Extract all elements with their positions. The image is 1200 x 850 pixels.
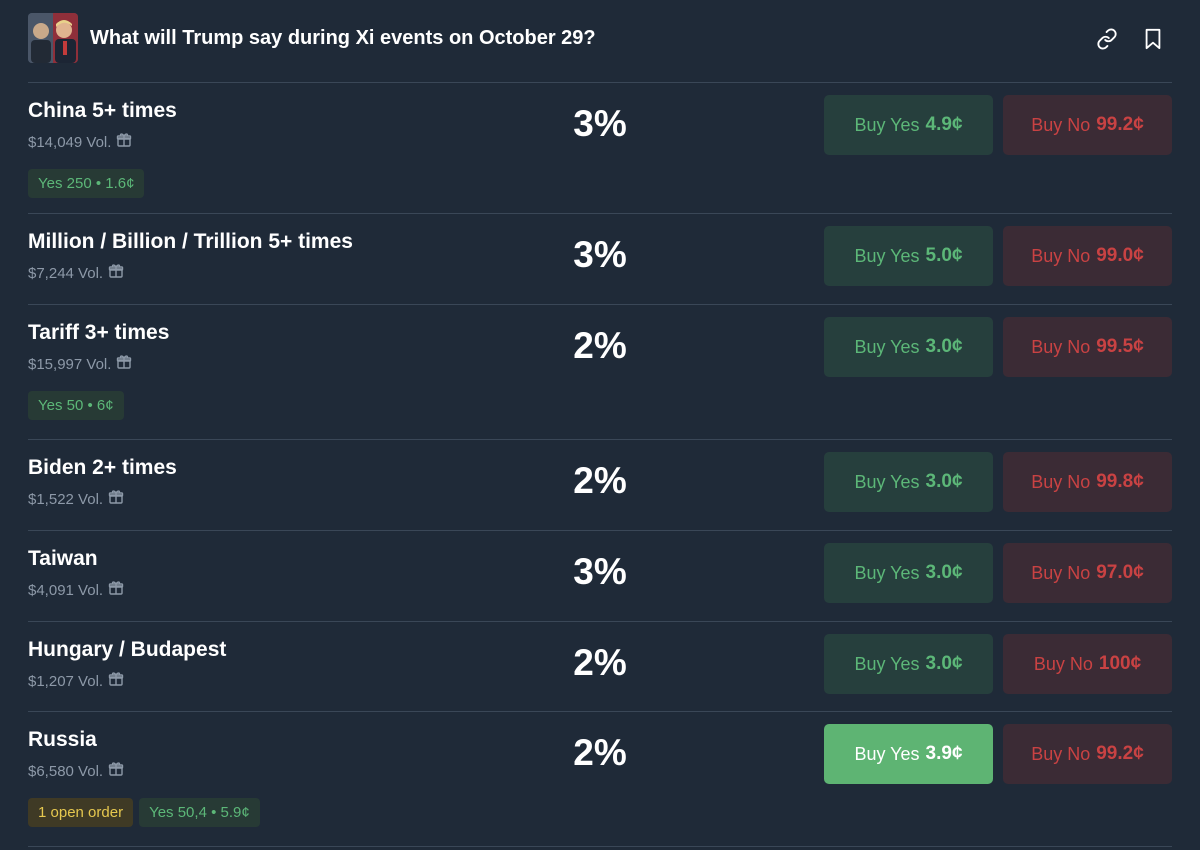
volume-text: $4,091 Vol.: [28, 581, 104, 599]
market-volume: $1,522 Vol.: [28, 489, 124, 509]
divider: [28, 846, 1172, 847]
market-title[interactable]: Hungary / Budapest: [28, 638, 226, 662]
market-row[interactable]: Russia $6,580 Vol. 2% Buy Yes 3.9¢ Buy N…: [0, 712, 1200, 847]
volume-text: $6,580 Vol.: [28, 762, 104, 780]
market-probability: 2%: [573, 325, 627, 366]
volume-text: $7,244 Vol.: [28, 264, 104, 282]
position-badge[interactable]: Yes 50 • 6¢: [28, 391, 124, 420]
buy-no-button[interactable]: Buy No 99.0¢: [1003, 226, 1172, 286]
link-icon[interactable]: [1094, 26, 1120, 52]
market-volume: $6,580 Vol.: [28, 761, 124, 781]
market-volume: $1,207 Vol.: [28, 671, 124, 691]
buy-no-button[interactable]: Buy No 97.0¢: [1003, 543, 1172, 603]
buy-yes-label: Buy Yes: [854, 653, 920, 674]
event-thumbnail: [28, 13, 78, 63]
gift-icon: [108, 263, 124, 283]
buy-yes-label: Buy Yes: [854, 562, 920, 583]
buy-yes-price: 3.0¢: [925, 562, 963, 583]
market-volume: $7,244 Vol.: [28, 263, 124, 283]
market-row[interactable]: Taiwan $4,091 Vol. 3% Buy Yes 3.0¢ Buy N…: [0, 531, 1200, 622]
buy-yes-button[interactable]: Buy Yes 4.9¢: [824, 95, 993, 155]
buy-no-button[interactable]: Buy No 99.2¢: [1003, 95, 1172, 155]
buy-no-label: Buy No: [1031, 471, 1091, 492]
buy-yes-label: Buy Yes: [854, 245, 920, 266]
buy-yes-button[interactable]: Buy Yes 3.0¢: [824, 317, 993, 377]
market-title[interactable]: Russia: [28, 728, 97, 752]
volume-text: $1,207 Vol.: [28, 672, 104, 690]
gift-icon: [116, 354, 132, 374]
buy-no-label: Buy No: [1031, 743, 1091, 764]
buy-no-label: Buy No: [1031, 114, 1091, 135]
market-probability: 3%: [573, 551, 627, 592]
gift-icon: [108, 580, 124, 600]
buy-yes-label: Buy Yes: [854, 743, 920, 764]
buy-no-price: 99.5¢: [1096, 336, 1144, 357]
buy-yes-price: 3.0¢: [925, 653, 963, 674]
buy-yes-price: 3.0¢: [925, 471, 963, 492]
buy-yes-label: Buy Yes: [854, 114, 920, 135]
market-volume: $4,091 Vol.: [28, 580, 124, 600]
market-title[interactable]: Tariff 3+ times: [28, 321, 169, 345]
buy-no-label: Buy No: [1031, 245, 1091, 266]
buy-yes-button[interactable]: Buy Yes 3.0¢: [824, 634, 993, 694]
position-badges: Yes 50 • 6¢: [28, 391, 124, 420]
gift-icon: [108, 671, 124, 691]
market-probability: 3%: [573, 103, 627, 144]
buy-yes-price: 3.9¢: [925, 743, 963, 764]
buy-yes-price: 3.0¢: [925, 336, 963, 357]
position-badges: 1 open order Yes 50,4 • 5.9¢: [28, 798, 260, 827]
buy-no-label: Buy No: [1031, 562, 1091, 583]
market-row[interactable]: Hungary / Budapest $1,207 Vol. 2% Buy Ye…: [0, 622, 1200, 712]
market-volume: $14,049 Vol.: [28, 132, 132, 152]
event-title: What will Trump say during Xi events on …: [90, 27, 596, 49]
event-header: What will Trump say during Xi events on …: [0, 0, 1200, 82]
buy-no-button[interactable]: Buy No 99.8¢: [1003, 452, 1172, 512]
buy-no-button[interactable]: Buy No 100¢: [1003, 634, 1172, 694]
gift-icon: [116, 132, 132, 152]
bookmark-icon[interactable]: [1140, 26, 1166, 52]
buy-yes-price: 4.9¢: [925, 114, 963, 135]
market-title[interactable]: Taiwan: [28, 547, 98, 571]
gift-icon: [108, 489, 124, 509]
buy-no-button[interactable]: Buy No 99.5¢: [1003, 317, 1172, 377]
buy-yes-button[interactable]: Buy Yes 3.9¢: [824, 724, 993, 784]
market-probability: 3%: [573, 234, 627, 275]
market-row[interactable]: Tariff 3+ times $15,997 Vol. 2% Buy Yes …: [0, 305, 1200, 440]
market-title[interactable]: Biden 2+ times: [28, 456, 177, 480]
gift-icon: [108, 761, 124, 781]
buy-no-price: 100¢: [1098, 653, 1142, 674]
buy-yes-button[interactable]: Buy Yes 3.0¢: [824, 452, 993, 512]
market-probability: 2%: [573, 642, 627, 683]
market-title[interactable]: Million / Billion / Trillion 5+ times: [28, 230, 353, 254]
market-probability: 2%: [573, 732, 627, 773]
buy-no-price: 97.0¢: [1096, 562, 1144, 583]
volume-text: $15,997 Vol.: [28, 355, 112, 373]
volume-text: $14,049 Vol.: [28, 133, 112, 151]
buy-no-price: 99.8¢: [1096, 471, 1144, 492]
open-order-badge[interactable]: 1 open order: [28, 798, 134, 827]
buy-no-price: 99.2¢: [1096, 743, 1144, 764]
buy-yes-button[interactable]: Buy Yes 3.0¢: [824, 543, 993, 603]
buy-yes-label: Buy Yes: [854, 471, 920, 492]
market-volume: $15,997 Vol.: [28, 354, 132, 374]
position-badges: Yes 250 • 1.6¢: [28, 169, 145, 198]
buy-no-price: 99.0¢: [1096, 245, 1144, 266]
buy-yes-label: Buy Yes: [854, 336, 920, 357]
market-probability: 2%: [573, 460, 627, 501]
position-badge[interactable]: Yes 250 • 1.6¢: [28, 169, 145, 198]
buy-yes-price: 5.0¢: [925, 245, 963, 266]
volume-text: $1,522 Vol.: [28, 490, 104, 508]
buy-no-button[interactable]: Buy No 99.2¢: [1003, 724, 1172, 784]
market-title[interactable]: China 5+ times: [28, 99, 177, 123]
market-row[interactable]: China 5+ times $14,049 Vol. 3% Buy Yes 4…: [0, 83, 1200, 214]
buy-no-label: Buy No: [1031, 336, 1091, 357]
position-badge[interactable]: Yes 50,4 • 5.9¢: [139, 798, 260, 827]
buy-yes-button[interactable]: Buy Yes 5.0¢: [824, 226, 993, 286]
market-row[interactable]: Biden 2+ times $1,522 Vol. 2% Buy Yes 3.…: [0, 440, 1200, 531]
market-row[interactable]: Million / Billion / Trillion 5+ times $7…: [0, 214, 1200, 305]
buy-no-label: Buy No: [1033, 653, 1093, 674]
buy-no-price: 99.2¢: [1096, 114, 1144, 135]
